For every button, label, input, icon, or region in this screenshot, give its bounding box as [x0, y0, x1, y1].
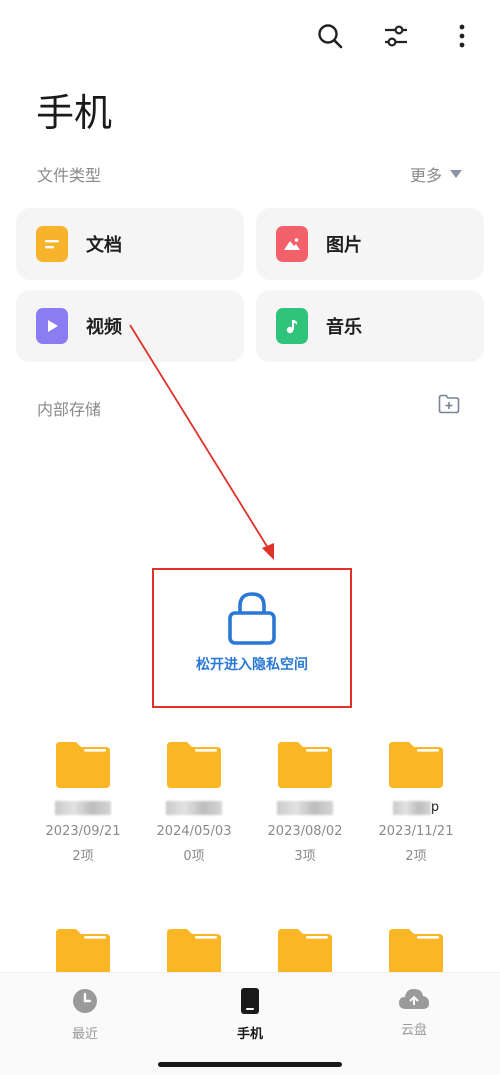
folder-icon[interactable]: [387, 927, 445, 975]
document-icon: [36, 226, 68, 262]
nav-label: 云盘: [400, 1023, 427, 1038]
category-label: 视频: [86, 317, 122, 338]
folder-icon[interactable]: [165, 927, 223, 975]
folder-item[interactable]: 2023/09/21 2项: [28, 740, 138, 864]
folder-name: [139, 800, 249, 818]
cloud-icon: [399, 989, 429, 1009]
folder-icon[interactable]: [54, 927, 112, 975]
triangle-down-icon: [450, 170, 462, 178]
folder-count: 2项: [72, 849, 94, 864]
search-icon[interactable]: [314, 20, 346, 52]
blurred-name: [55, 800, 111, 815]
category-label: 文档: [86, 235, 122, 256]
folder-count: 2项: [405, 849, 427, 864]
folder-name: [28, 800, 138, 818]
home-indicator[interactable]: [158, 1062, 342, 1067]
folder-icon: [167, 742, 221, 788]
image-icon: [276, 226, 308, 262]
blurred-name: [166, 800, 222, 815]
file-types-label: 文件类型: [37, 166, 102, 185]
nav-phone[interactable]: 手机: [210, 987, 290, 1042]
folder-icon[interactable]: [276, 927, 334, 975]
video-icon: [36, 308, 68, 344]
phone-icon: [241, 988, 259, 1014]
nav-cloud[interactable]: 云盘: [374, 987, 454, 1038]
category-videos[interactable]: 视频: [16, 290, 244, 362]
clock-icon: [73, 989, 97, 1013]
folder-icon: [389, 742, 443, 788]
private-space-label: 松开进入隐私空间: [196, 657, 308, 673]
more-label: 更多: [409, 166, 442, 185]
music-icon: [276, 308, 308, 344]
internal-storage-label: 内部存储: [37, 400, 102, 419]
folder-date: 2024/05/03: [156, 824, 232, 839]
folder-item[interactable]: 2024/05/03 0项: [139, 740, 249, 864]
folder-date: 2023/08/02: [267, 824, 343, 839]
category-documents[interactable]: 文档: [16, 208, 244, 280]
category-music[interactable]: 音乐: [256, 290, 484, 362]
nav-recent[interactable]: 最近: [45, 987, 125, 1042]
category-label: 图片: [326, 235, 362, 256]
folder-name: [250, 800, 360, 818]
private-space-dropzone[interactable]: 松开进入隐私空间: [152, 568, 352, 708]
folder-item[interactable]: 2023/08/02 3项: [250, 740, 360, 864]
folder-count: 0项: [183, 849, 205, 864]
bottom-navigation: 最近 手机 云盘: [0, 972, 500, 1075]
sliders-icon[interactable]: [380, 20, 412, 52]
new-folder-icon[interactable]: [438, 394, 460, 414]
page-title: 手机: [36, 91, 113, 135]
more-vertical-icon[interactable]: [446, 20, 478, 52]
folder-icon: [278, 742, 332, 788]
folder-icon: [56, 742, 110, 788]
category-label: 音乐: [326, 317, 362, 338]
top-toolbar: [314, 16, 478, 56]
nav-label: 最近: [71, 1027, 98, 1042]
nav-label: 手机: [236, 1027, 263, 1042]
folder-date: 2023/09/21: [45, 824, 121, 839]
more-dropdown[interactable]: 更多: [410, 162, 462, 186]
folder-date: 2023/11/21: [378, 824, 454, 839]
blurred-name: [277, 800, 333, 815]
file-manager-screen: 手机 文件类型 更多 文档 图片 视频 音乐 内部存储 松开进入隐私空间 202…: [0, 0, 500, 1075]
folder-item[interactable]: p 2023/11/21 2项: [361, 740, 471, 864]
folder-name: p: [361, 800, 471, 818]
folder-count: 3项: [294, 849, 316, 864]
blurred-name: [392, 800, 431, 815]
category-images[interactable]: 图片: [256, 208, 484, 280]
lock-icon: [228, 592, 276, 645]
